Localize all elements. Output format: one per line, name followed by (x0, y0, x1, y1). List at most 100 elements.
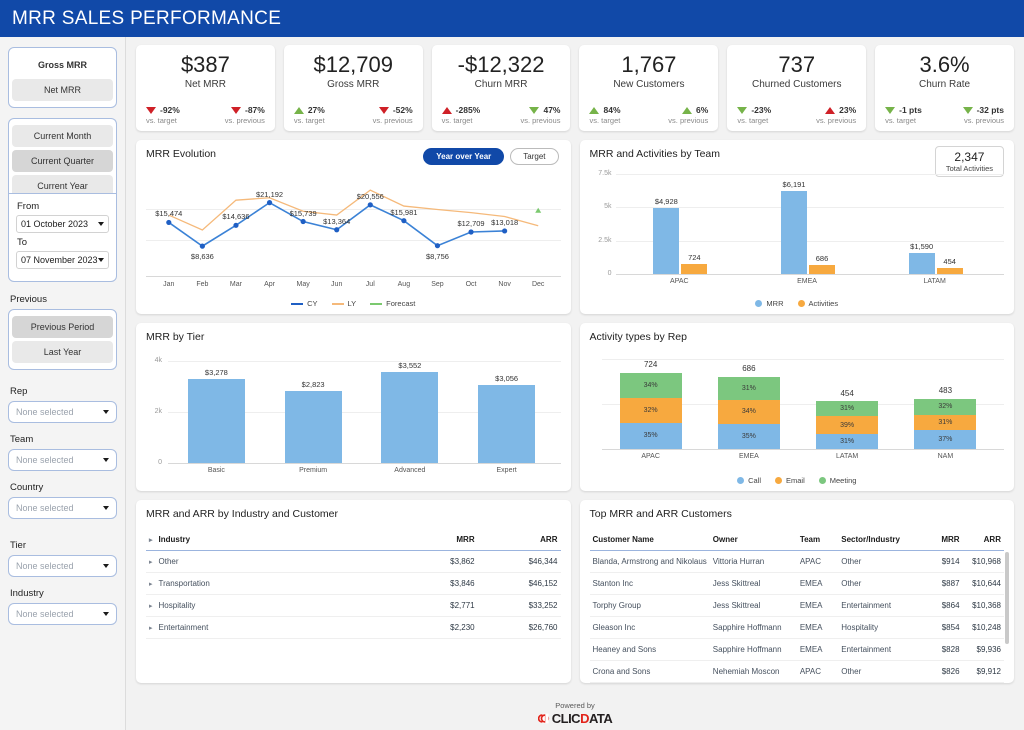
kpi-target-pct: -1 pts (899, 105, 922, 115)
expand-arrow-icon[interactable]: ▸ (149, 581, 153, 588)
bar[interactable] (478, 385, 535, 463)
expand-arrow-icon[interactable]: ▸ (149, 603, 153, 610)
metric-toggle-net-mrr[interactable]: Net MRR (12, 79, 113, 101)
kpi-card[interactable]: 3.6%Churn Rate-1 ptsvs. target-32 ptsvs.… (875, 45, 1014, 131)
bar-segment[interactable]: 32% (620, 398, 682, 422)
bar[interactable] (937, 268, 963, 274)
gridline (602, 359, 1005, 360)
column-header[interactable]: Customer Name (590, 530, 710, 551)
bar-segment[interactable]: 35% (718, 424, 780, 449)
total-label: 686 (742, 364, 755, 373)
bar-segment[interactable]: 34% (620, 373, 682, 399)
bar-segment[interactable]: 34% (718, 400, 780, 424)
table-row[interactable]: Blanda, Armstrong and NikolausVittoria H… (590, 551, 1005, 573)
column-header[interactable]: Sector/Industry (838, 530, 921, 551)
bar-segment[interactable]: 31% (914, 415, 976, 431)
table-row[interactable]: Torphy GroupJess SkittrealEMEAEntertainm… (590, 595, 1005, 617)
table-cell: $9,912 (963, 661, 1004, 683)
x-axis-tick: Expert (497, 467, 517, 474)
bar-segment[interactable]: 31% (816, 401, 878, 416)
expand-arrow-icon[interactable]: ▸ (149, 625, 153, 632)
x-axis-tick: Jun (331, 281, 342, 288)
column-header[interactable]: ▸Industry (146, 530, 395, 551)
panel-customer-table: Top MRR and ARR Customers Customer NameO… (580, 500, 1015, 683)
filter-industry-select[interactable]: None selected (8, 603, 117, 625)
metric-toggle-gross-mrr[interactable]: Gross MRR (12, 54, 113, 76)
filter-tier-select[interactable]: None selected (8, 555, 117, 577)
legend-item[interactable]: LY (332, 299, 357, 308)
bar-segment[interactable]: 37% (914, 430, 976, 449)
period-toggle-current-month[interactable]: Current Month (12, 125, 113, 147)
bar-segment[interactable]: 32% (914, 399, 976, 415)
data-label: 454 (943, 257, 956, 266)
period-toggle-current-quarter[interactable]: Current Quarter (12, 150, 113, 172)
legend-item[interactable]: Activities (798, 299, 839, 308)
trend-arrow-icon (379, 107, 389, 114)
legend-item[interactable]: CY (291, 299, 317, 308)
kpi-card[interactable]: 1,767New Customers84%vs. target6%vs. pre… (579, 45, 718, 131)
kpi-card[interactable]: -$12,322Churn MRR-285%vs. target47%vs. p… (432, 45, 571, 131)
previous-toggle-previous-period[interactable]: Previous Period (12, 316, 113, 338)
expand-arrow-icon[interactable]: ▸ (149, 559, 153, 566)
column-header[interactable]: MRR (921, 530, 962, 551)
data-label: $4,928 (655, 197, 678, 206)
table-cell: Blanda, Armstrong and Nikolaus (590, 551, 710, 573)
kpi-card[interactable]: $12,709Gross MRR27%vs. target-52%vs. pre… (284, 45, 423, 131)
table-scrollbar[interactable] (1005, 552, 1009, 644)
bar[interactable] (909, 253, 935, 274)
table-row[interactable]: Crona and SonsNehemiah MosconAPACOther$8… (590, 661, 1005, 683)
kpi-target-pct: -92% (160, 105, 180, 115)
column-header[interactable]: MRR (395, 530, 478, 551)
date-from-select[interactable]: 01 October 2023 (16, 215, 109, 233)
bar-segment[interactable]: 31% (816, 434, 878, 449)
date-to-select[interactable]: 07 November 2023 (16, 251, 109, 269)
kpi-card[interactable]: 737Churned Customers-23%vs. target23%vs.… (727, 45, 866, 131)
table-row[interactable]: Gleason IncSapphire HoffmannEMEAHospital… (590, 617, 1005, 639)
bar-segment[interactable]: 39% (816, 416, 878, 434)
table-row[interactable]: ▸Other$3,862$46,344 (146, 551, 561, 573)
filter-rep-select[interactable]: None selected (8, 401, 117, 423)
bar[interactable] (381, 372, 438, 463)
bar[interactable] (653, 208, 679, 274)
expand-arrow-icon[interactable]: ▸ (149, 537, 153, 544)
column-header[interactable]: Team (797, 530, 838, 551)
column-header[interactable]: ARR (963, 530, 1004, 551)
x-axis-tick: Mar (230, 281, 242, 288)
legend-item[interactable]: Email (775, 476, 805, 485)
chart-mrr-activities-by-team[interactable]: 7.5k5k2.5k0$4,928724APAC$6,191686EMEA$1,… (590, 160, 1005, 310)
legend-item[interactable]: Call (737, 476, 761, 485)
bar[interactable] (285, 391, 342, 463)
chart-mrr-by-tier[interactable]: 4k2k0$3,278Basic$2,823Premium$3,552Advan… (146, 343, 561, 487)
table-row[interactable]: ▸Hospitality$2,771$33,252 (146, 595, 561, 617)
bar[interactable] (188, 379, 245, 463)
previous-toggle-last-year[interactable]: Last Year (12, 341, 113, 363)
kpi-vs-previous: -32 ptsvs. previous (963, 105, 1004, 125)
chevron-down-icon (103, 564, 109, 568)
table-row[interactable]: Heaney and SonsSapphire HoffmannEMEAEnte… (590, 639, 1005, 661)
table-row[interactable]: Stanton IncJess SkittrealEMEAOther$887$1… (590, 573, 1005, 595)
legend-item[interactable]: Forecast (370, 299, 415, 308)
y-axis-tick: 2.5k (592, 237, 612, 244)
legend-item[interactable]: MRR (755, 299, 783, 308)
gridline (168, 361, 561, 362)
x-axis-tick: APAC (670, 278, 689, 285)
bar-segment[interactable]: 35% (620, 423, 682, 449)
column-header[interactable]: ARR (478, 530, 561, 551)
table-cell: $2,771 (395, 595, 478, 617)
kpi-card[interactable]: $387Net MRR-92%vs. target-87%vs. previou… (136, 45, 275, 131)
table-row[interactable]: ▸Entertainment$2,230$26,760 (146, 617, 561, 639)
bar[interactable] (809, 265, 835, 274)
table-cell: Crona and Sons (590, 661, 710, 683)
bar[interactable] (781, 191, 807, 274)
logo-text-d: D (580, 711, 589, 726)
chart-activity-types-by-rep[interactable]: 35%32%34%724APAC35%34%31%686EMEA31%39%31… (590, 343, 1005, 487)
column-header[interactable]: Owner (710, 530, 797, 551)
table-row[interactable]: ▸Transportation$3,846$46,152 (146, 573, 561, 595)
legend-item[interactable]: Meeting (819, 476, 857, 485)
bar-segment[interactable]: 31% (718, 377, 780, 399)
filter-team-select[interactable]: None selected (8, 449, 117, 471)
filter-country-select[interactable]: None selected (8, 497, 117, 519)
chart-mrr-evolution[interactable]: $15,474$8,636$14,636$21,192$15,739$13,36… (146, 160, 561, 310)
gridline (602, 449, 1005, 450)
bar[interactable] (681, 264, 707, 274)
